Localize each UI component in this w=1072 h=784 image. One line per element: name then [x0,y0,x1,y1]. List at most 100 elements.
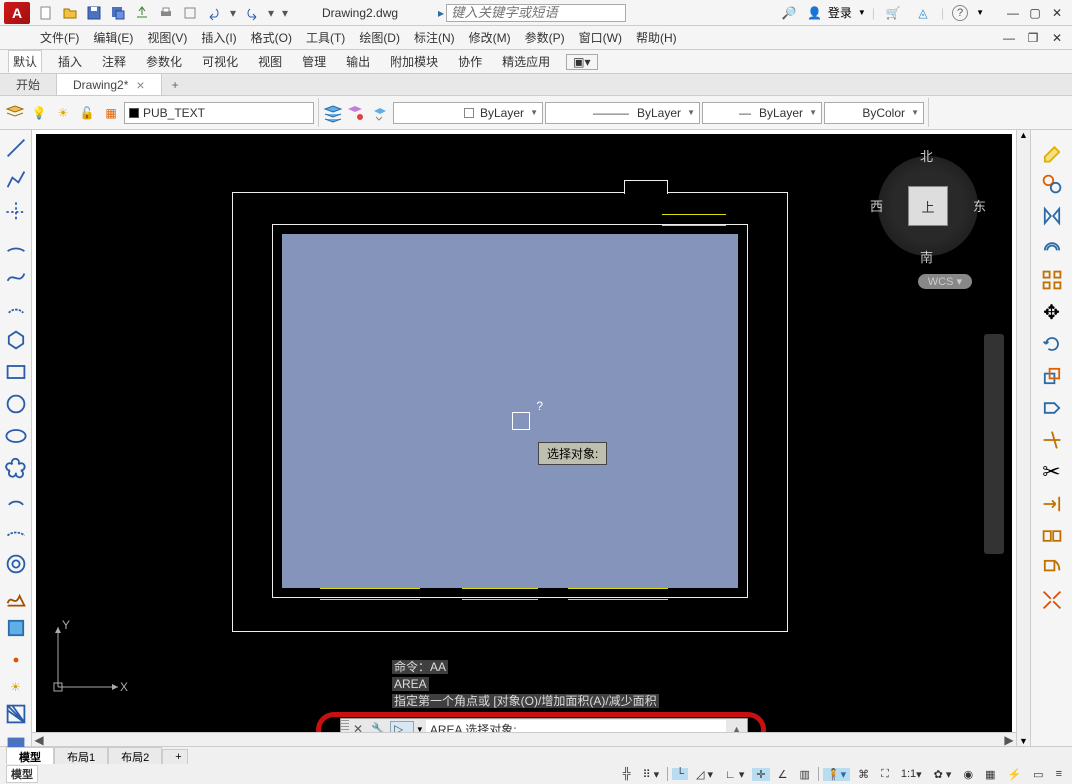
undo-dropdown-icon[interactable]: ▾ [228,3,238,23]
wcs-badge[interactable]: WCS ▾ [918,274,972,289]
extend-tool-icon[interactable] [1040,492,1064,516]
line-tool-icon[interactable] [4,136,28,160]
doc-close[interactable]: ✕ [1046,29,1068,47]
help-icon[interactable]: ? [952,5,968,21]
qat-more-icon[interactable]: ▾ [280,3,290,23]
menu-insert[interactable]: 插入(I) [201,29,236,46]
layer-manager-icon[interactable] [4,102,26,124]
menu-help[interactable]: 帮助(H) [636,29,677,46]
scissors-tool-icon[interactable]: ✂ [1040,460,1064,484]
rectangle-tool-icon[interactable] [4,360,28,384]
doc-tab-add[interactable]: + [162,78,189,92]
ellipse-arc-tool-icon[interactable] [4,520,28,544]
window-minimize[interactable]: — [1002,4,1024,22]
offset-tool-icon[interactable] [1040,236,1064,260]
arc3p-tool-icon[interactable] [4,296,28,320]
transparency-toggle[interactable]: ⛶ [877,768,893,781]
vertical-scrollbar[interactable]: ▲ ▼ [1016,130,1030,746]
layer-prev-icon[interactable] [369,102,391,124]
customize-status[interactable]: ≡ [1052,768,1066,780]
hardware-accel[interactable]: ⚡ [1003,768,1025,781]
move-tool-icon[interactable]: ✥ [1040,300,1064,324]
spline-tool-icon[interactable] [4,264,28,288]
otrack-toggle[interactable]: ▥ [796,768,814,781]
ribbon-tab-annotate[interactable]: 注释 [98,51,130,72]
menu-parametric[interactable]: 参数(P) [525,29,565,46]
menu-draw[interactable]: 绘图(D) [359,29,400,46]
wipeout-tool-icon[interactable] [4,584,28,608]
arc-tool-icon[interactable] [4,232,28,256]
menu-tools[interactable]: 工具(T) [306,29,345,46]
doc-tab-close-icon[interactable]: × [136,77,144,93]
save-icon[interactable] [84,3,104,23]
layers-stack-icon[interactable] [321,102,343,124]
window-maximize[interactable]: ▢ [1024,4,1046,22]
ribbon-tab-visualize[interactable]: 可视化 [198,51,242,72]
window-close[interactable]: ✕ [1046,4,1068,22]
share-icon[interactable] [132,3,152,23]
polygon-tool-icon[interactable] [4,328,28,352]
polar-toggle[interactable]: ◿ ▾ [692,768,717,781]
new-icon[interactable] [36,3,56,23]
layer-freeze-icon[interactable]: ☀ [52,102,74,124]
trim-tool-icon[interactable] [1040,428,1064,452]
sun-tool-icon[interactable]: ☀ [4,680,28,694]
mirror-tool-icon[interactable] [1040,204,1064,228]
polyline-tool-icon[interactable] [4,168,28,192]
3dosnap-toggle[interactable]: ∠ [774,768,792,781]
anno-monitor[interactable]: ◉ [959,768,977,781]
ribbon-tab-extra[interactable]: ▣▾ [566,54,597,70]
dynmode-toggle[interactable]: 🧍▾ [823,768,850,781]
layer-lock-icon[interactable]: 🔓 [76,102,98,124]
menu-format[interactable]: 格式(O) [251,29,292,46]
ribbon-tab-addins[interactable]: 附加模块 [386,51,442,72]
iso-toggle[interactable]: ▦ [981,768,999,781]
layer-on-icon[interactable]: 💡 [28,102,50,124]
circle-tool-icon[interactable] [4,392,28,416]
viewcube-north[interactable]: 北 [920,146,933,165]
ribbon-tab-default[interactable]: 默认 [8,50,42,73]
doc-tab-start[interactable]: 开始 [0,74,57,95]
snap-toggle[interactable]: ⠿ ▾ [639,768,664,781]
fillet-tool-icon[interactable] [1040,556,1064,580]
redo-dropdown-icon[interactable]: ▾ [266,3,276,23]
saveas-icon[interactable] [108,3,128,23]
point-tool-icon[interactable] [4,648,28,672]
plotstyle-selector[interactable]: ByColor ▼ [824,102,924,124]
menu-window[interactable]: 窗口(W) [579,29,622,46]
user-icon[interactable]: 👤 [807,6,822,20]
ribbon-tab-featured[interactable]: 精选应用 [498,51,554,72]
scroll-up-icon[interactable]: ▲ [1017,130,1030,140]
menu-file[interactable]: 文件(F) [40,29,79,46]
menu-dimension[interactable]: 标注(N) [414,29,455,46]
scroll-down-icon[interactable]: ▼ [1017,736,1030,746]
ribbon-tab-output[interactable]: 输出 [342,51,374,72]
ortho-toggle[interactable]: └ [672,768,688,780]
hatch-tool-icon[interactable] [4,702,28,726]
ribbon-tab-view[interactable]: 视图 [254,51,286,72]
scroll-left-icon[interactable]: ◀ [32,733,46,747]
menu-view[interactable]: 视图(V) [147,29,187,46]
redo-icon[interactable] [242,3,262,23]
layout-tab-add[interactable]: + [162,749,188,765]
view-cube[interactable]: 上 北 南 西 东 [868,146,988,266]
lineweight-toggle[interactable]: ⌘ [854,768,873,781]
ellipse-tool-icon[interactable] [4,424,28,448]
grid-toggle[interactable]: ╬ [619,768,635,780]
xline-tool-icon[interactable] [4,200,28,224]
rotate-tool-icon[interactable] [1040,332,1064,356]
ribbon-tab-parametric[interactable]: 参数化 [142,51,186,72]
block-tool-icon[interactable] [4,616,28,640]
layer-match-icon[interactable] [345,102,367,124]
search-input[interactable] [446,4,626,22]
app-store-icon[interactable]: ◬ [913,3,933,23]
linetype-selector[interactable]: ——— ByLayer ▼ [545,102,700,124]
viewcube-east[interactable]: 东 [973,196,986,215]
doc-restore[interactable]: ❐ [1022,29,1044,47]
login-dropdown-icon[interactable]: ▼ [858,8,866,17]
viewcube-west[interactable]: 西 [870,196,883,215]
erase-tool-icon[interactable] [1040,140,1064,164]
menu-edit[interactable]: 编辑(E) [93,29,133,46]
doc-minimize[interactable]: — [998,29,1020,47]
open-icon[interactable] [60,3,80,23]
